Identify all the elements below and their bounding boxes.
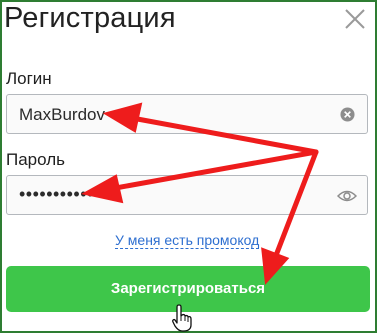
clear-circle-icon[interactable] — [340, 107, 355, 122]
password-field[interactable]: ••••••••••• — [6, 175, 368, 215]
login-field[interactable]: MaxBurdov — [6, 94, 368, 134]
promo-code-link[interactable]: У меня есть промокод — [115, 232, 260, 249]
register-button[interactable]: Зарегистрироваться — [6, 266, 370, 312]
eye-icon[interactable] — [337, 187, 357, 205]
login-value[interactable]: MaxBurdov — [19, 105, 105, 125]
close-icon[interactable] — [342, 6, 368, 32]
password-label: Пароль — [6, 150, 65, 169]
password-value[interactable]: ••••••••••• — [19, 184, 94, 205]
login-label: Логин — [6, 69, 52, 88]
dialog-title: Регистрация — [4, 2, 176, 34]
